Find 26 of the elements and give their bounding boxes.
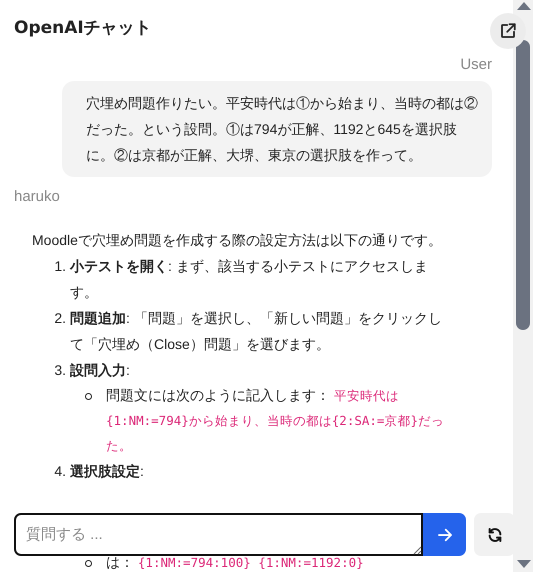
- external-link-icon: [499, 22, 517, 40]
- user-message-bubble: 穴埋め問題作りたい。平安時代は①から始まり、当時の都は②だった。という設問。①は794が正解、1192と645を選択肢に。②は京都が正解、大堺、東京の選択肢を作って。: [62, 81, 492, 177]
- list-number: 4.: [53, 462, 67, 481]
- question-input-field[interactable]: 質問する ...: [14, 513, 423, 556]
- send-button[interactable]: [423, 513, 466, 556]
- list-number: 1.: [53, 257, 67, 276]
- list-item-text: 問題追加: 「問題」を選択し、「新しい問題」をクリックして「穴埋め（Close）問題」を選びます。: [70, 309, 443, 354]
- list-item-text: は： {1:NM:=794:100} {1:NM:=1192:0}: [106, 553, 365, 572]
- list-number: 2.: [53, 309, 67, 328]
- scrollbar-thumb[interactable]: [516, 40, 530, 330]
- external-link-button[interactable]: [490, 13, 526, 49]
- message-text: Moodleで穴埋め問題を作成する際の設定方法は以下の通りです。: [32, 231, 443, 250]
- refresh-button[interactable]: [474, 513, 515, 556]
- sender-name: haruko: [13, 187, 61, 207]
- resize-handle-icon: [412, 545, 422, 555]
- list-item-text: 設問入力:: [70, 361, 131, 380]
- list-item-text: 選択肢設定:: [70, 462, 145, 481]
- chat-title: OpenAIチャット: [14, 17, 152, 40]
- list-number: 3.: [53, 361, 67, 380]
- list-item-text: 小テストを開く: まず、該当する小テストにアクセスします。: [70, 257, 429, 302]
- refresh-icon: [486, 526, 502, 542]
- bullet-icon: [84, 560, 92, 567]
- bullet-icon: [84, 393, 92, 400]
- scrollbar[interactable]: [513, 0, 533, 572]
- sender-name: User: [459, 55, 493, 75]
- list-item-text: 問題文には次のように記入します： 平安時代は{1:NM:=794}から始まり、当時の都は{2:SA:=京都}だった。: [106, 386, 445, 455]
